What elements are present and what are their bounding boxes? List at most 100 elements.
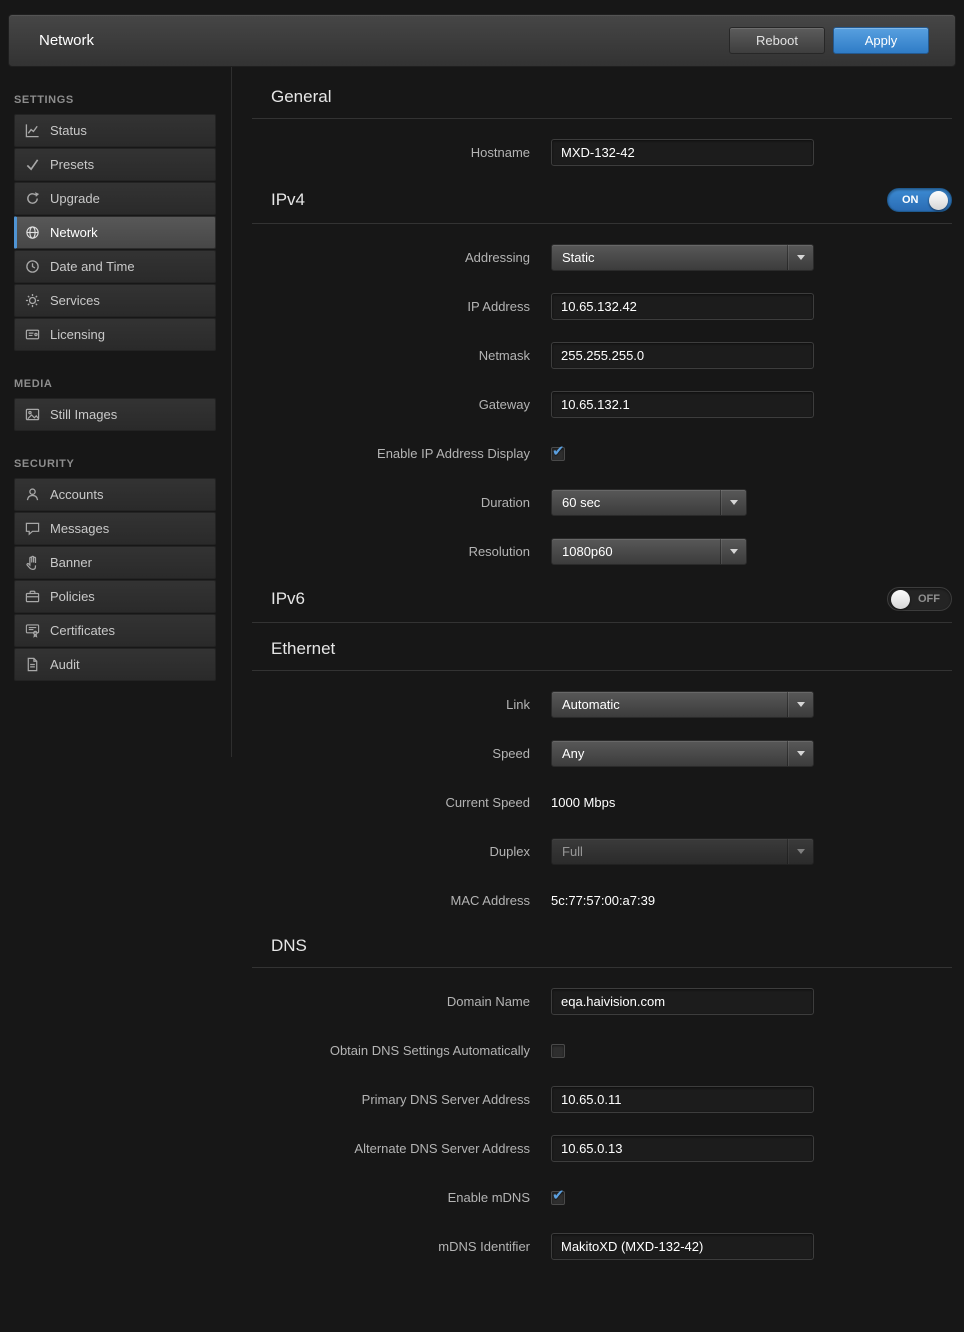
sidebar-section-settings: SETTINGS xyxy=(14,94,216,106)
sidebar-item-accounts[interactable]: Accounts xyxy=(14,478,216,511)
alternate-dns-input[interactable] xyxy=(551,1135,814,1162)
chevron-down-icon xyxy=(787,245,813,270)
speed-row: Speed Any xyxy=(252,740,952,767)
sidebar-item-status[interactable]: Status xyxy=(14,114,216,147)
link-dropdown[interactable]: Automatic xyxy=(551,691,814,718)
sidebar-item-label: Audit xyxy=(50,657,80,672)
license-card-icon xyxy=(24,327,40,343)
image-icon xyxy=(24,407,40,423)
domain-name-input[interactable] xyxy=(551,988,814,1015)
sidebar-item-label: Date and Time xyxy=(50,259,135,274)
hand-icon xyxy=(24,555,40,571)
reboot-button[interactable]: Reboot xyxy=(729,27,825,54)
mdns-identifier-row: mDNS Identifier xyxy=(252,1233,952,1260)
gateway-label: Gateway xyxy=(252,397,530,412)
sidebar-item-upgrade[interactable]: Upgrade xyxy=(14,182,216,215)
dropdown-value: Any xyxy=(562,746,584,761)
domain-name-row: Domain Name xyxy=(252,988,952,1015)
sidebar-item-label: Accounts xyxy=(50,487,103,502)
sidebar-item-label: Presets xyxy=(50,157,94,172)
speed-dropdown[interactable]: Any xyxy=(551,740,814,767)
addressing-row: Addressing Static xyxy=(252,244,952,271)
mdns-identifier-label: mDNS Identifier xyxy=(252,1239,530,1254)
sidebar-item-services[interactable]: Services xyxy=(14,284,216,317)
section-ethernet: Ethernet Link Automatic Speed xyxy=(252,639,952,914)
sidebar-item-licensing[interactable]: Licensing xyxy=(14,318,216,351)
current-speed-row: Current Speed 1000 Mbps xyxy=(252,789,952,816)
sidebar-item-label: Policies xyxy=(50,589,95,604)
ipv4-toggle[interactable]: ON xyxy=(887,188,952,212)
gateway-input[interactable] xyxy=(551,391,814,418)
apply-button[interactable]: Apply xyxy=(833,27,929,54)
duplex-row: Duplex Full xyxy=(252,838,952,865)
sidebar-item-label: Certificates xyxy=(50,623,115,638)
section-ipv6: IPv6 OFF xyxy=(252,587,952,623)
gear-icon xyxy=(24,293,40,309)
sidebar-item-label: Licensing xyxy=(50,327,105,342)
enable-mdns-checkbox[interactable]: ✔ xyxy=(551,1191,565,1205)
ip-address-row: IP Address xyxy=(252,293,952,320)
checkmark-icon: ✔ xyxy=(552,442,565,460)
sidebar-item-label: Still Images xyxy=(50,407,117,422)
netmask-label: Netmask xyxy=(252,348,530,363)
dropdown-value: Static xyxy=(562,250,595,265)
section-title-ipv4: IPv4 xyxy=(271,190,305,210)
section-ipv4: IPv4 ON Addressing Static xyxy=(252,188,952,565)
clock-icon xyxy=(24,259,40,275)
primary-dns-input[interactable] xyxy=(551,1086,814,1113)
sidebar-item-policies[interactable]: Policies xyxy=(14,580,216,613)
sidebar: SETTINGS Status Presets Upgrade Network xyxy=(0,67,232,757)
gateway-row: Gateway xyxy=(252,391,952,418)
check-icon xyxy=(24,157,40,173)
sidebar-item-certificates[interactable]: Certificates xyxy=(14,614,216,647)
sidebar-item-banner[interactable]: Banner xyxy=(14,546,216,579)
resolution-label: Resolution xyxy=(252,544,530,559)
sidebar-item-audit[interactable]: Audit xyxy=(14,648,216,681)
ip-display-checkbox[interactable]: ✔ xyxy=(551,447,565,461)
primary-dns-label: Primary DNS Server Address xyxy=(252,1092,530,1107)
duration-label: Duration xyxy=(252,495,530,510)
sidebar-item-presets[interactable]: Presets xyxy=(14,148,216,181)
user-icon xyxy=(24,487,40,503)
toggle-on-label: ON xyxy=(902,194,919,206)
refresh-icon xyxy=(24,191,40,207)
domain-name-label: Domain Name xyxy=(252,994,530,1009)
sidebar-item-network[interactable]: Network xyxy=(14,216,216,249)
main-content: General Hostname IPv4 ON Addressing xyxy=(232,67,964,1282)
dropdown-value: 60 sec xyxy=(562,495,600,510)
mac-address-label: MAC Address xyxy=(252,893,530,908)
chevron-down-icon xyxy=(787,741,813,766)
briefcase-icon xyxy=(24,589,40,605)
chart-line-icon xyxy=(24,123,40,139)
sidebar-item-still-images[interactable]: Still Images xyxy=(14,398,216,431)
sidebar-item-date-and-time[interactable]: Date and Time xyxy=(14,250,216,283)
chevron-down-icon xyxy=(787,839,813,864)
resolution-dropdown[interactable]: 1080p60 xyxy=(551,538,747,565)
sidebar-item-messages[interactable]: Messages xyxy=(14,512,216,545)
addressing-label: Addressing xyxy=(252,250,530,265)
sidebar-item-label: Network xyxy=(50,225,98,240)
chevron-down-icon xyxy=(720,539,746,564)
duration-dropdown[interactable]: 60 sec xyxy=(551,489,747,516)
addressing-dropdown[interactable]: Static xyxy=(551,244,814,271)
obtain-dns-checkbox[interactable]: ✔ xyxy=(551,1044,565,1058)
dropdown-value: Full xyxy=(562,844,583,859)
toggle-knob xyxy=(929,191,948,210)
certificate-icon xyxy=(24,623,40,639)
section-title-ipv6: IPv6 xyxy=(271,589,305,609)
globe-icon xyxy=(24,225,40,241)
ipv6-toggle[interactable]: OFF xyxy=(887,587,952,611)
ip-address-input[interactable] xyxy=(551,293,814,320)
speed-label: Speed xyxy=(252,746,530,761)
hostname-input[interactable] xyxy=(551,139,814,166)
mdns-identifier-input[interactable] xyxy=(551,1233,814,1260)
sidebar-item-label: Banner xyxy=(50,555,92,570)
alternate-dns-row: Alternate DNS Server Address xyxy=(252,1135,952,1162)
sidebar-section-media: MEDIA xyxy=(14,378,216,390)
sidebar-item-label: Services xyxy=(50,293,100,308)
sidebar-section-security: SECURITY xyxy=(14,458,216,470)
page-title: Network xyxy=(39,32,94,49)
mac-address-row: MAC Address 5c:77:57:00:a7:39 xyxy=(252,887,952,914)
checkmark-icon: ✔ xyxy=(552,1186,565,1204)
netmask-input[interactable] xyxy=(551,342,814,369)
